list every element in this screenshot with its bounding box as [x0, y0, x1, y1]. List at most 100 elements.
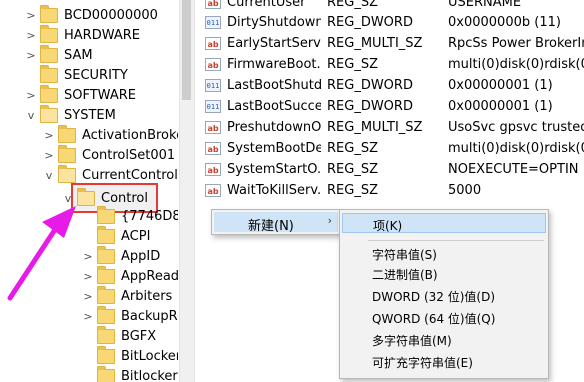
value-row[interactable]: ab PreshutdownO... REG_MULTI_SZ UsoSvc g…: [195, 117, 584, 138]
value-name: LastBootSucce...: [227, 99, 321, 114]
menu-item-new[interactable]: 新建(N) ›: [214, 212, 338, 234]
string-value-icon: ab: [205, 163, 221, 176]
scrollbar-thumb[interactable]: [182, 0, 191, 100]
tree-node-controlset001[interactable]: > ControlSet001: [44, 144, 176, 165]
chevron-down-icon[interactable]: v: [63, 192, 73, 205]
value-row[interactable]: ab FirmwareBoot... REG_SZ multi(0)disk(0…: [195, 54, 584, 75]
tree-node-bgfx[interactable]: BGFX: [83, 325, 157, 346]
chevron-down-icon[interactable]: v: [44, 169, 54, 182]
submenu-item-binary-value[interactable]: 二进制值(B): [342, 263, 546, 283]
value-type: REG_SZ: [327, 141, 378, 156]
new-submenu: 项(K) 字符串值(S) 二进制值(B) DWORD (32 位)值(D) QW…: [339, 209, 549, 379]
tree-node-label: CurrentControlSet: [82, 167, 178, 183]
value-row[interactable]: 011 LastBootSucce... REG_DWORD 0x0000000…: [195, 96, 584, 117]
value-type: REG_DWORD: [327, 15, 413, 30]
value-data: UsoSvc gpsvc trustedin: [448, 120, 584, 135]
tree-node-label: BitlockerS: [121, 368, 178, 382]
tree-node-appreadi[interactable]: > AppReadi: [83, 265, 178, 286]
folder-icon: [97, 265, 115, 284]
tree-node-label: AppReadi: [121, 268, 178, 284]
value-data: 0x00000001 (1): [448, 99, 553, 114]
folder-icon: [40, 44, 58, 63]
registry-key-tree[interactable]: > BCD00000000 > HARDWARE > SAM SECURITY …: [0, 0, 178, 382]
submenu-item-string-value[interactable]: 字符串值(S): [342, 243, 546, 263]
value-data: RpcSs Power BrokerInf: [448, 36, 584, 51]
tree-node-currentcontrolset[interactable]: v CurrentControlSet: [44, 164, 178, 185]
tree-node-label: BCD00000000: [64, 7, 158, 23]
folder-icon: [97, 305, 115, 324]
folder-icon: [97, 225, 115, 244]
submenu-item-label: QWORD (64 位)值(Q): [372, 312, 496, 326]
value-name: LastBootShutd...: [227, 78, 321, 93]
value-row[interactable]: ab SystemStartO... REG_SZ NOEXECUTE=OPTI…: [195, 159, 584, 180]
chevron-down-icon[interactable]: v: [26, 109, 36, 122]
chevron-right-icon[interactable]: >: [26, 49, 36, 62]
chevron-right-icon[interactable]: >: [83, 250, 93, 263]
value-row[interactable]: ab SystemBootDe... REG_SZ multi(0)disk(0…: [195, 138, 584, 159]
tree-node-label: SAM: [64, 47, 93, 63]
submenu-arrow-icon: ›: [327, 214, 332, 227]
folder-icon: [97, 345, 115, 364]
tree-node-bitlocker[interactable]: BitLocker: [83, 345, 178, 366]
tree-node-label: SOFTWARE: [64, 87, 136, 103]
chevron-right-icon[interactable]: >: [83, 310, 93, 323]
tree-node-bcd[interactable]: > BCD00000000: [26, 4, 158, 25]
submenu-item-qword-value[interactable]: QWORD (64 位)值(Q): [342, 307, 546, 327]
tree-node-backupre[interactable]: > BackupRe: [83, 305, 178, 326]
chevron-right-icon[interactable]: >: [83, 290, 93, 303]
tree-node-activationbroker[interactable]: > ActivationBroker: [44, 124, 178, 145]
value-name: SystemBootDe...: [227, 141, 321, 156]
folder-icon: [40, 24, 58, 43]
dword-value-icon: 011: [205, 79, 221, 92]
submenu-item-label: 项(K): [373, 219, 403, 233]
tree-node-hardware[interactable]: > HARDWARE: [26, 24, 140, 45]
tree-node-acpi[interactable]: ACPI: [83, 225, 150, 246]
submenu-item-key[interactable]: 项(K): [342, 213, 546, 233]
string-value-icon: ab: [205, 142, 221, 155]
chevron-right-icon[interactable]: >: [26, 9, 36, 22]
submenu-item-dword-value[interactable]: DWORD (32 位)值(D): [342, 285, 546, 305]
value-row[interactable]: 011 DirtyShutdown... REG_DWORD 0x0000000…: [195, 12, 584, 33]
folder-icon: [97, 325, 115, 344]
chevron-right-icon[interactable]: >: [44, 129, 54, 142]
tree-node-software[interactable]: > SOFTWARE: [26, 84, 136, 105]
submenu-item-multi-string-value[interactable]: 多字符串值(M): [342, 329, 546, 349]
value-row[interactable]: ab EarlyStartServi... REG_MULTI_SZ RpcSs…: [195, 33, 584, 54]
tree-node-7746d80f[interactable]: {7746D80F: [83, 205, 178, 226]
value-row[interactable]: ab WaitToKillServ... REG_SZ 5000: [195, 180, 584, 201]
value-data: USERNAME: [448, 0, 522, 10]
tree-node-security[interactable]: SECURITY: [26, 64, 128, 85]
submenu-item-expandable-string-value[interactable]: 可扩充字符串值(E): [342, 351, 546, 371]
tree-node-label: SECURITY: [64, 67, 128, 83]
submenu-item-label: 多字符串值(M): [372, 334, 452, 348]
chevron-right-icon[interactable]: >: [44, 149, 54, 162]
value-name: PreshutdownO...: [227, 120, 321, 135]
tree-node-label: BackupRe: [121, 308, 178, 324]
value-type: REG_DWORD: [327, 78, 413, 93]
value-name: EarlyStartServi...: [227, 36, 321, 51]
chevron-right-icon[interactable]: >: [26, 89, 36, 102]
folder-icon: [97, 245, 115, 264]
tree-node-appid[interactable]: > AppID: [83, 245, 160, 266]
value-name: WaitToKillServ...: [227, 183, 321, 198]
tree-node-label: ControlSet001: [82, 147, 176, 163]
tree-node-label: HARDWARE: [64, 27, 140, 43]
folder-icon: [40, 84, 58, 103]
vertical-scrollbar[interactable]: [179, 0, 195, 382]
tree-node-label: BitLocker: [121, 348, 178, 364]
tree-node-label: BGFX: [121, 328, 157, 344]
chevron-right-icon[interactable]: >: [26, 29, 36, 42]
folder-icon: [40, 4, 58, 23]
value-type: REG_SZ: [327, 57, 378, 72]
tree-node-system[interactable]: v SYSTEM: [26, 104, 116, 125]
chevron-right-icon[interactable]: >: [83, 270, 93, 283]
value-data: NOEXECUTE=OPTIN: [448, 162, 579, 177]
string-value-icon: ab: [205, 121, 221, 134]
tree-node-sam[interactable]: > SAM: [26, 44, 93, 65]
value-type: REG_MULTI_SZ: [327, 120, 423, 135]
value-name: DirtyShutdown...: [227, 15, 321, 30]
tree-node-arbiters[interactable]: > Arbiters: [83, 285, 172, 306]
tree-node-bitlockers[interactable]: BitlockerS: [83, 365, 178, 382]
value-type: REG_MULTI_SZ: [327, 36, 423, 51]
value-row[interactable]: 011 LastBootShutd... REG_DWORD 0x0000000…: [195, 75, 584, 96]
